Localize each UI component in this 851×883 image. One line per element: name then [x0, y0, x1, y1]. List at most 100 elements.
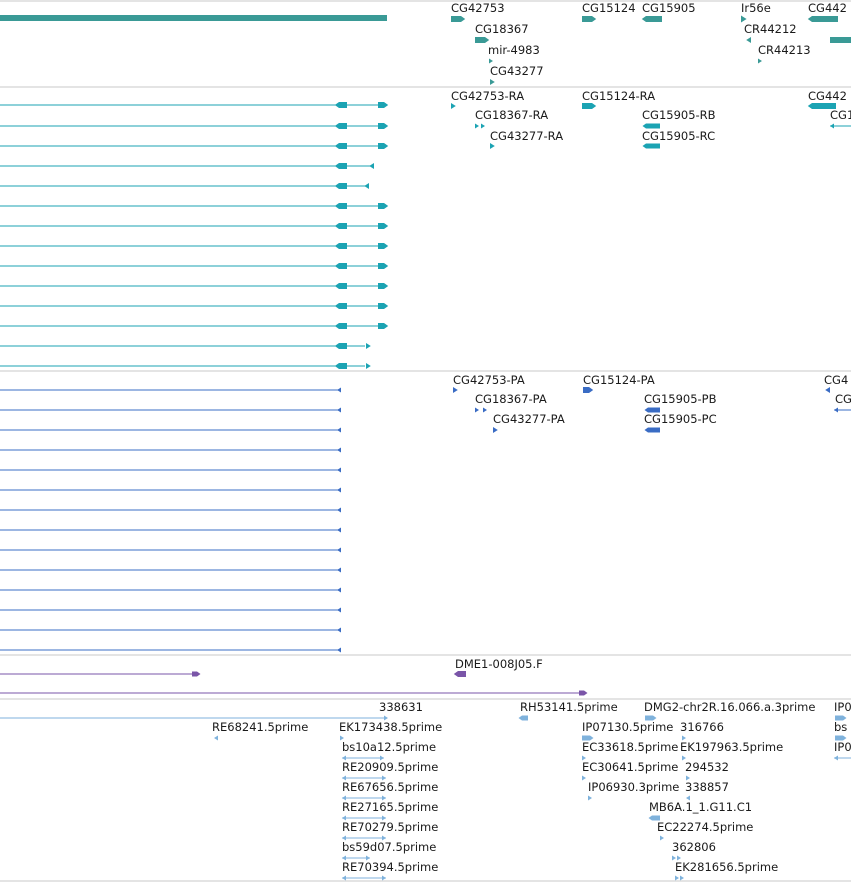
transcript-label: CG1 [830, 108, 851, 122]
gene-label: CG18367 [475, 22, 529, 36]
transcript-exon [334, 143, 347, 149]
transcript-exon [378, 243, 389, 249]
est-label: 338631 [379, 700, 423, 714]
est-label: IP07130.5prime [582, 720, 673, 734]
gene-label: CG442 [808, 1, 847, 15]
est-label: 294532 [685, 760, 729, 774]
gene-feature [807, 16, 838, 22]
gene-feature [758, 58, 762, 64]
protein-exon [337, 547, 341, 553]
transcript-exon [334, 283, 347, 289]
gene-label: CG15124 [582, 1, 636, 15]
gene-feature [746, 37, 751, 43]
est-label: bs [834, 720, 847, 734]
est-label: EK281656.5prime [675, 860, 778, 874]
gene-label: CG15905 [642, 1, 696, 15]
transcript-exon [334, 163, 347, 169]
est-label: bs59d07.5prime [342, 840, 436, 854]
transcript-exon [366, 343, 371, 349]
protein-feature [825, 387, 830, 393]
transcript-exon [334, 123, 347, 129]
est-feature [214, 735, 218, 741]
protein-exon [337, 467, 341, 473]
protein-label: CG18367-PA [475, 392, 547, 406]
est-label: 362806 [672, 840, 716, 854]
est-feature [660, 835, 664, 841]
transcript-exon [378, 263, 389, 269]
gene-feature [582, 16, 597, 22]
gene-feature [641, 16, 662, 22]
transcript-label: CG43277-RA [490, 129, 563, 143]
protein-exon [337, 587, 341, 593]
protein-exon [337, 607, 341, 613]
transcript-feature [830, 123, 834, 129]
clone-end [192, 671, 201, 677]
gene-label: CG43277 [490, 64, 544, 78]
transcript-feature [642, 143, 660, 149]
protein-exon [337, 427, 341, 433]
protein-exon [337, 387, 341, 393]
est-label: IP0 [834, 700, 851, 714]
est-label: EC30641.5prime [582, 760, 678, 774]
protein-label: CG15905-PB [644, 392, 717, 406]
est-label: EK197963.5prime [680, 740, 783, 754]
est-label: MB6A.1_1.G11.C1 [649, 800, 752, 814]
protein-exon [337, 507, 341, 513]
protein-exon [337, 567, 341, 573]
gene-label: CG42753 [451, 1, 505, 15]
clone-end [579, 690, 588, 696]
transcript-exon [334, 183, 347, 189]
genome-browser: CG42753 CG18367 mir-4983 CG43277 CG15124 CG15… [0, 0, 851, 883]
transcript-exon [378, 203, 389, 209]
transcript-exon [378, 323, 389, 329]
est-label: EC33618.5prime [582, 740, 678, 754]
track-canvas: CG42753 CG18367 mir-4983 CG43277 CG15124 CG15… [0, 0, 851, 882]
protein-label: CG42753-PA [453, 373, 525, 387]
est-label: IP0 [834, 740, 851, 754]
gene-feature [830, 37, 851, 43]
transcript-exon [334, 303, 347, 309]
est-label: RE70394.5prime [342, 860, 438, 874]
transcript-exon [334, 203, 347, 209]
transcript-exon [378, 223, 389, 229]
protein-feature [475, 407, 479, 413]
transcript-exon [334, 223, 347, 229]
est-feature [582, 775, 586, 781]
clone-label: DME1-008J05.F [455, 657, 543, 671]
transcript-feature [582, 103, 597, 109]
transcript-feature [807, 103, 836, 109]
transcript-exon [378, 143, 389, 149]
transcript-label: CG15905-RC [642, 129, 715, 143]
transcript-exon [366, 363, 371, 369]
transcript-label: CG42753-RA [451, 89, 524, 103]
protein-feature [493, 427, 498, 433]
gene-feature [451, 16, 466, 22]
transcript-feature [490, 143, 495, 149]
est-label: bs10a12.5prime [342, 740, 436, 754]
transcript-exon [378, 123, 389, 129]
transcript-exon [334, 363, 347, 369]
transcript-exon [369, 163, 374, 169]
est-feature [382, 875, 386, 881]
est-label: DMG2-chr2R.16.066.a.3prime [644, 700, 815, 714]
est-label: RH53141.5prime [520, 700, 618, 714]
protein-label: CG4 [824, 373, 848, 387]
transcript-exon [378, 283, 389, 289]
protein-feature [644, 427, 660, 433]
transcript-exon [334, 243, 347, 249]
protein-label: CG15124-PA [583, 373, 655, 387]
transcript-exon [364, 183, 369, 189]
est-label: RE20909.5prime [342, 760, 438, 774]
transcript-label: CG15124-RA [582, 89, 655, 103]
transcript-exon [334, 263, 347, 269]
protein-exon [337, 527, 341, 533]
transcript-label: CG15905-RB [642, 108, 716, 122]
est-feature [648, 815, 660, 821]
transcript-exon [334, 102, 347, 108]
transcript-exon [334, 343, 347, 349]
protein-label: CG [835, 392, 851, 406]
protein-feature [483, 407, 487, 413]
est-label: RE68241.5prime [212, 720, 308, 734]
protein-exon [337, 447, 341, 453]
est-feature [518, 715, 528, 721]
